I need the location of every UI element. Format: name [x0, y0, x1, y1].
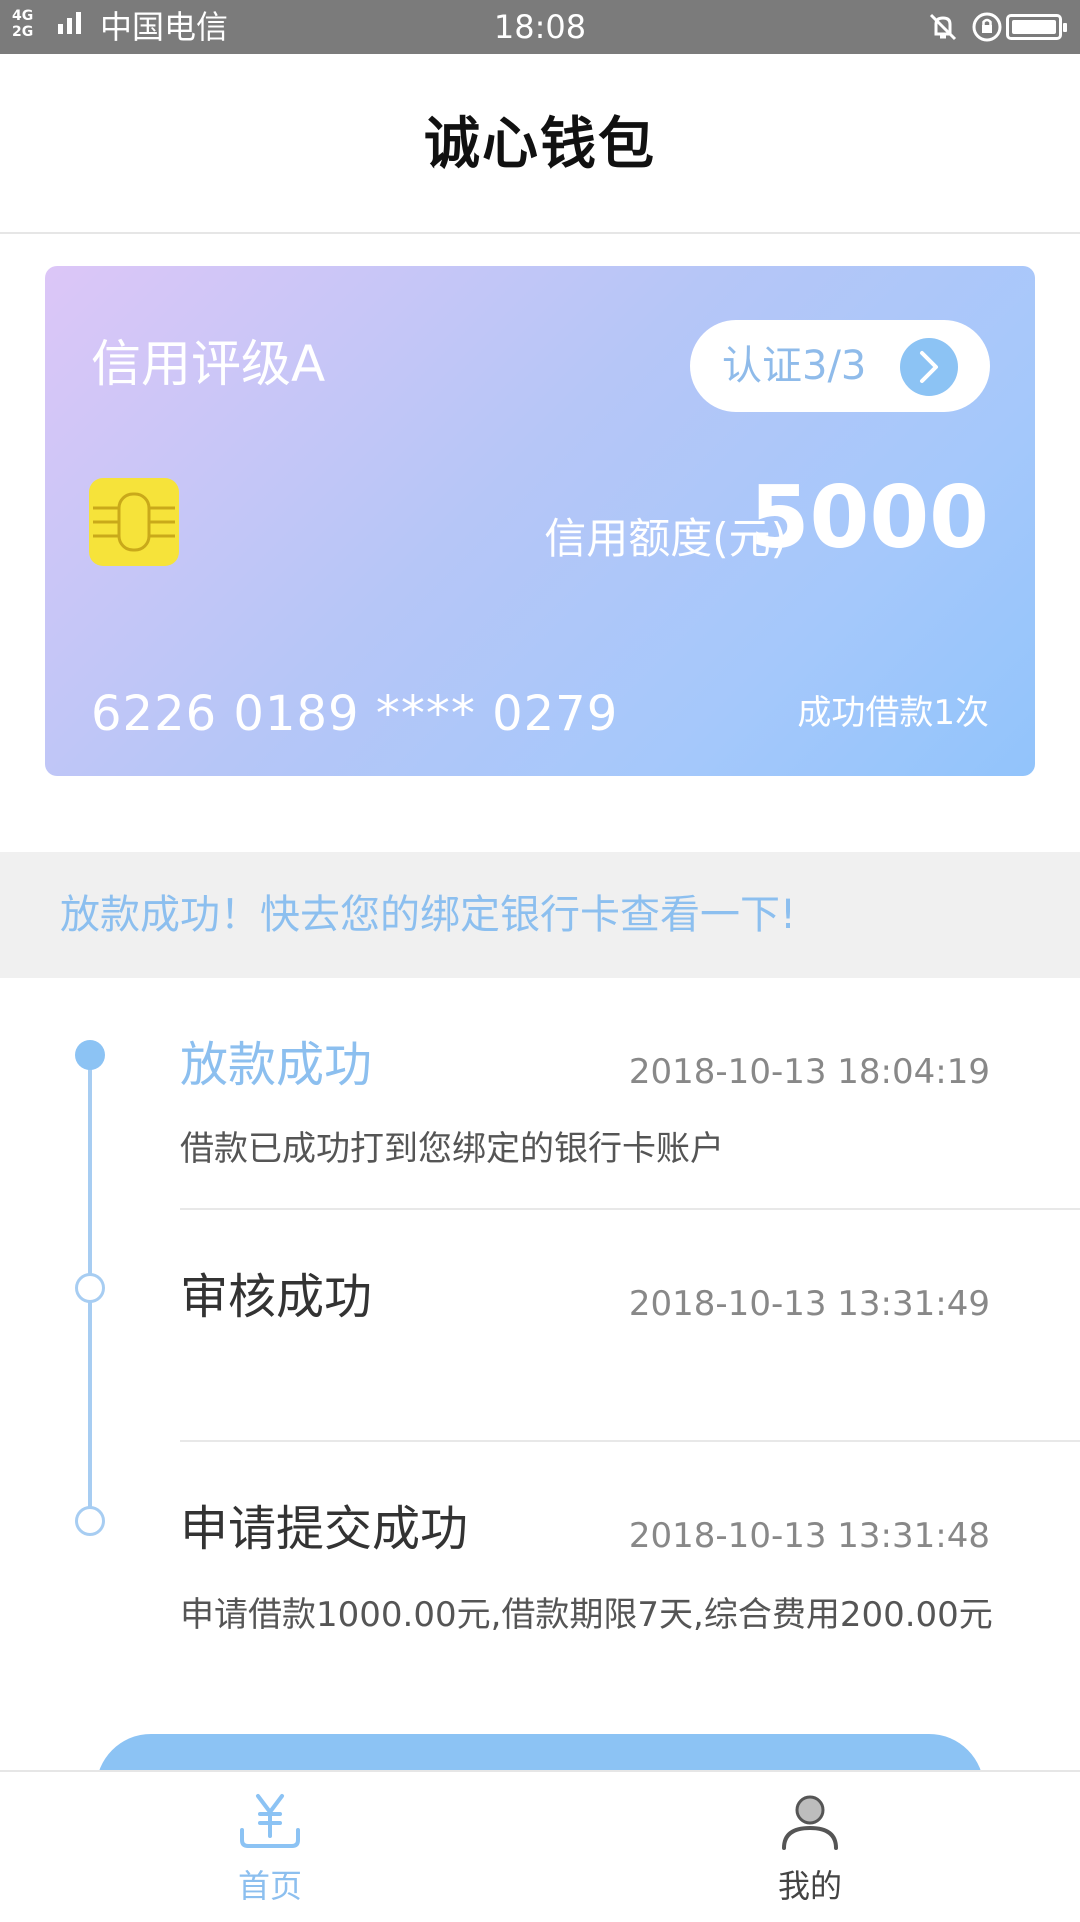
- timeline-divider: [180, 1208, 1080, 1210]
- yuan-icon: [240, 1794, 300, 1848]
- credit-rating: 信用评级A: [91, 335, 326, 393]
- mute-vibrate-icon: [929, 13, 957, 41]
- page-title: 诚心钱包: [424, 112, 656, 177]
- timeline-item-title: 申请提交成功: [180, 1501, 469, 1557]
- credit-card: 信用评级A 认证3/3 信用额度(元) 5000 6226 0189 **** …: [45, 266, 1035, 776]
- tab-mine[interactable]: 我的: [540, 1772, 1080, 1922]
- timeline-item-title: 审核成功: [180, 1269, 373, 1325]
- certification-label: 认证3/3: [722, 343, 867, 389]
- rotation-lock-icon: [972, 12, 1002, 42]
- timeline-item-desc: 申请借款1000.00元,借款期限7天,综合费用200.00元: [180, 1595, 993, 1635]
- notice-text: 放款成功！快去您的绑定银行卡查看一下!: [60, 892, 797, 938]
- card-number: 6226 0189 **** 0279: [91, 686, 619, 742]
- timeline-dot-active: [75, 1040, 105, 1070]
- notice-banner: 放款成功！快去您的绑定银行卡查看一下!: [0, 852, 1080, 978]
- credit-limit-value: 5000: [749, 468, 989, 568]
- timeline-item-desc: 借款已成功打到您绑定的银行卡账户: [180, 1129, 724, 1169]
- timeline-dot: [75, 1273, 105, 1303]
- loan-count: 成功借款1次: [797, 693, 989, 733]
- timeline-divider: [180, 1440, 1080, 1442]
- tab-home[interactable]: 首页: [0, 1772, 540, 1922]
- card-chip-icon: [89, 478, 179, 566]
- timeline-item-title: 放款成功: [180, 1037, 373, 1093]
- tab-home-label: 首页: [237, 1867, 302, 1905]
- tab-mine-label: 我的: [777, 1867, 842, 1905]
- title-bar: 诚心钱包: [0, 54, 1080, 234]
- person-icon: [782, 1795, 838, 1850]
- certification-button[interactable]: 认证3/3: [690, 320, 990, 412]
- timeline-item-time: 2018-10-13 13:31:48: [628, 1516, 990, 1556]
- loan-status-timeline: 放款成功 2018-10-13 18:04:19 借款已成功打到您绑定的银行卡账…: [0, 978, 1080, 1770]
- battery-icon: [1006, 14, 1067, 40]
- status-bar: 4G 2G 中国电信 18:08: [0, 0, 1080, 54]
- clock: 18:08: [493, 8, 587, 46]
- timeline-item-time: 2018-10-13 18:04:19: [628, 1052, 990, 1092]
- bottom-tab-bar: 首页 我的: [0, 1770, 1080, 1920]
- chevron-right-icon: [900, 338, 958, 396]
- timeline-item-time: 2018-10-13 13:31:49: [628, 1284, 990, 1324]
- timeline-dot: [75, 1506, 105, 1536]
